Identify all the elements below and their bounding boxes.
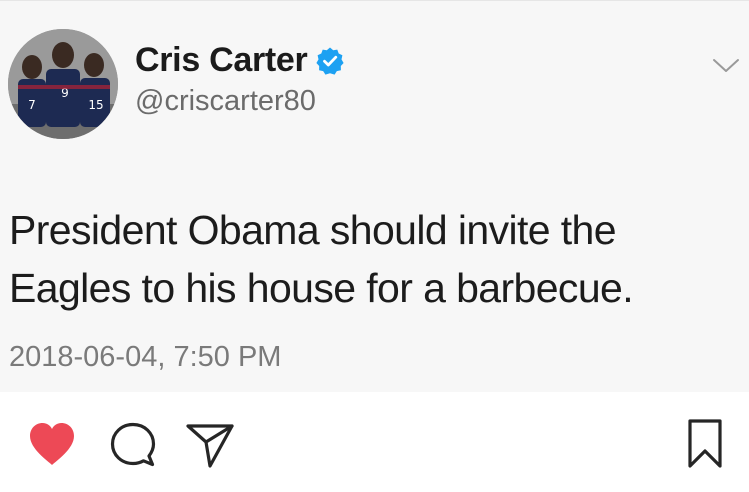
svg-text:7: 7 xyxy=(28,98,36,112)
author-handle[interactable]: @criscarter80 xyxy=(135,85,316,118)
chevron-down-icon[interactable] xyxy=(711,55,741,77)
comment-icon xyxy=(110,422,156,467)
tweet-text-line: President Obama should invite the xyxy=(9,207,617,253)
like-button[interactable] xyxy=(26,420,78,468)
comment-button[interactable] xyxy=(108,420,158,470)
verified-badge-icon xyxy=(315,46,345,76)
share-button[interactable] xyxy=(184,420,236,470)
share-icon xyxy=(186,424,234,468)
avatar[interactable]: 7 9 15 xyxy=(8,29,118,139)
save-button[interactable] xyxy=(686,418,724,470)
tweet-screenshot: 7 9 15 Cris Carter @criscarter80 Preside… xyxy=(0,0,749,393)
svg-text:15: 15 xyxy=(88,98,103,112)
author-row: Cris Carter xyxy=(135,41,345,80)
post-action-bar xyxy=(0,392,749,492)
tweet-timestamp: 2018-06-04, 7:50 PM xyxy=(9,341,282,373)
tweet-text: President Obama should invite the Eagles… xyxy=(9,201,739,317)
heart-icon xyxy=(30,423,74,465)
instagram-post: 7 9 15 Cris Carter @criscarter80 Preside… xyxy=(0,0,749,492)
tweet-text-line: Eagles to his house for a barbecue. xyxy=(9,265,634,311)
author-name[interactable]: Cris Carter xyxy=(135,41,308,80)
bookmark-icon xyxy=(688,419,722,468)
